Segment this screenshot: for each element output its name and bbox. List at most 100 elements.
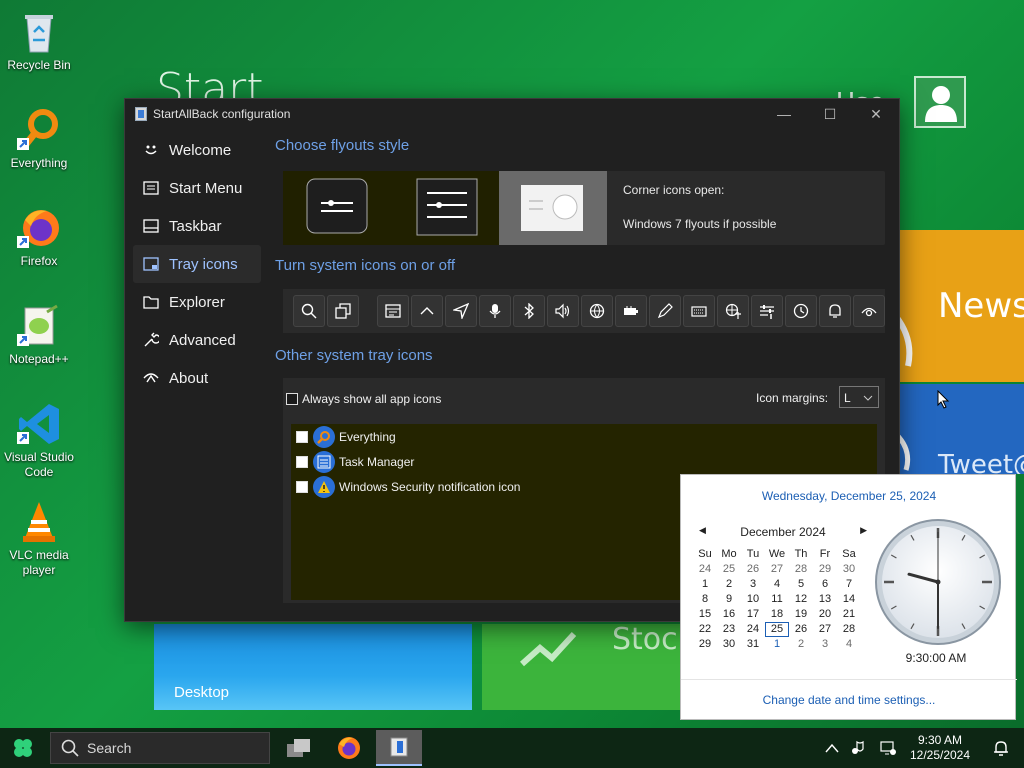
- calendar-day[interactable]: 29: [693, 637, 717, 652]
- tray-network-button[interactable]: [874, 740, 902, 756]
- calendar-day[interactable]: 3: [813, 637, 837, 652]
- taskbar-clock[interactable]: 9:30 AM 12/25/2024: [902, 733, 978, 763]
- desktop-icon-vlc[interactable]: VLC media player: [0, 500, 78, 578]
- taskbar-startallback-button[interactable]: [376, 730, 422, 766]
- calendar-day[interactable]: 26: [789, 622, 813, 637]
- calendar-day[interactable]: 24: [741, 622, 765, 637]
- calendar-day[interactable]: 21: [837, 607, 861, 622]
- taskbar-task-view-button[interactable]: [276, 730, 322, 766]
- system-icon-toggle-notifications[interactable]: [819, 295, 851, 327]
- system-icon-toggle-overflow[interactable]: [411, 295, 443, 327]
- calendar-prev-button[interactable]: ◀: [699, 525, 706, 536]
- tray-item-checkbox[interactable]: [296, 431, 308, 443]
- system-icon-toggle-pen[interactable]: [649, 295, 681, 327]
- calendar-day[interactable]: 25: [717, 562, 741, 577]
- tray-list-item[interactable]: Everything: [296, 426, 396, 448]
- stocks-tile[interactable]: Stock: [482, 624, 682, 710]
- nav-item-about[interactable]: About: [133, 359, 261, 397]
- notification-center-button[interactable]: [978, 739, 1024, 757]
- desktop-icon-vscode[interactable]: Visual Studio Code: [0, 402, 78, 480]
- desktop-icon-notepadpp[interactable]: Notepad++: [0, 304, 78, 367]
- calendar-day[interactable]: 4: [837, 637, 861, 652]
- flyout-long-date[interactable]: Wednesday, December 25, 2024: [681, 489, 1017, 503]
- calendar-day[interactable]: 27: [813, 622, 837, 637]
- system-icon-toggle-microphone[interactable]: [479, 295, 511, 327]
- nav-item-taskbar[interactable]: Taskbar: [133, 207, 261, 245]
- calendar-day[interactable]: 7: [837, 577, 861, 592]
- system-icon-toggle-volume[interactable]: [547, 295, 579, 327]
- desktop-icon-everything[interactable]: Everything: [0, 108, 78, 171]
- calendar-day[interactable]: 28: [837, 622, 861, 637]
- nav-item-tray-icons[interactable]: Tray icons: [133, 245, 261, 283]
- calendar-day[interactable]: 3: [741, 577, 765, 592]
- start-button[interactable]: [0, 728, 46, 768]
- change-date-time-settings-link[interactable]: Change date and time settings...: [681, 693, 1017, 707]
- system-icon-toggle-battery[interactable]: [615, 295, 647, 327]
- system-icon-toggle-settings[interactable]: [751, 295, 783, 327]
- desktop-icon-firefox[interactable]: Firefox: [0, 206, 78, 269]
- calendar-day[interactable]: 16: [717, 607, 741, 622]
- calendar-day[interactable]: 29: [813, 562, 837, 577]
- icon-margins-select[interactable]: L: [839, 386, 879, 408]
- desktop-icon-recycle-bin[interactable]: Recycle Bin: [0, 10, 78, 73]
- calendar-day[interactable]: 18: [765, 607, 789, 622]
- calendar-day[interactable]: 5: [789, 577, 813, 592]
- system-icon-toggle-keyboard[interactable]: [683, 295, 715, 327]
- calendar-day[interactable]: 10: [741, 592, 765, 607]
- calendar-day[interactable]: 2: [717, 577, 741, 592]
- minimize-button[interactable]: —: [761, 99, 807, 129]
- system-icon-toggle-network[interactable]: [581, 295, 613, 327]
- tray-overflow-button[interactable]: [818, 743, 846, 753]
- calendar-month-label[interactable]: December 2024: [740, 525, 825, 539]
- user-avatar[interactable]: [914, 76, 966, 128]
- system-icon-toggle-location[interactable]: [445, 295, 477, 327]
- calendar-day[interactable]: 14: [837, 592, 861, 607]
- flyout-style-option-1[interactable]: [283, 171, 413, 245]
- calendar-day[interactable]: 15: [693, 607, 717, 622]
- system-icon-toggle-clock[interactable]: [785, 295, 817, 327]
- calendar-day[interactable]: 11: [765, 592, 789, 607]
- close-button[interactable]: ✕: [853, 99, 899, 129]
- tray-security-button[interactable]: [846, 740, 874, 756]
- calendar-day[interactable]: 19: [789, 607, 813, 622]
- calendar-day[interactable]: 27: [765, 562, 789, 577]
- tray-list-item[interactable]: Task Manager: [296, 451, 414, 473]
- calendar-day[interactable]: 6: [813, 577, 837, 592]
- calendar-day[interactable]: 30: [837, 562, 861, 577]
- system-icon-toggle-language[interactable]: [717, 295, 749, 327]
- calendar-day[interactable]: 1: [693, 577, 717, 592]
- desktop-tile[interactable]: Desktop: [154, 624, 472, 710]
- calendar-day[interactable]: 2: [789, 637, 813, 652]
- calendar-day[interactable]: 17: [741, 607, 765, 622]
- system-icon-toggle-task-view[interactable]: [327, 295, 359, 327]
- calendar-day[interactable]: 1: [765, 637, 789, 652]
- calendar-day[interactable]: 30: [717, 637, 741, 652]
- calendar-day[interactable]: 4: [765, 577, 789, 592]
- calendar-day[interactable]: 8: [693, 592, 717, 607]
- calendar-day[interactable]: 23: [717, 622, 741, 637]
- system-icon-toggle-presence[interactable]: [853, 295, 885, 327]
- calendar-day[interactable]: 22: [693, 622, 717, 637]
- taskbar-search-box[interactable]: Search: [50, 732, 270, 764]
- calendar-day[interactable]: 20: [813, 607, 837, 622]
- calendar-day[interactable]: 31: [741, 637, 765, 652]
- tray-item-checkbox[interactable]: [296, 481, 308, 493]
- nav-item-advanced[interactable]: Advanced: [133, 321, 261, 359]
- nav-item-explorer[interactable]: Explorer: [133, 283, 261, 321]
- system-icon-toggle-news[interactable]: [377, 295, 409, 327]
- news-tile[interactable]: News: [898, 230, 1024, 382]
- system-icon-toggle-bluetooth[interactable]: [513, 295, 545, 327]
- nav-item-welcome[interactable]: Welcome: [133, 131, 261, 169]
- flyout-style-option-3-selected[interactable]: [499, 171, 607, 245]
- windows7-flyouts-label[interactable]: Windows 7 flyouts if possible: [623, 217, 776, 231]
- always-show-checkbox[interactable]: [286, 393, 298, 405]
- twitter-tile[interactable]: Tweet@: [898, 384, 1024, 474]
- window-titlebar[interactable]: StartAllBack configuration — ☐ ✕: [125, 99, 899, 129]
- calendar-day[interactable]: 24: [693, 562, 717, 577]
- calendar-day[interactable]: 28: [789, 562, 813, 577]
- calendar-day[interactable]: 12: [789, 592, 813, 607]
- calendar-day[interactable]: 9: [717, 592, 741, 607]
- calendar-next-button[interactable]: ▶: [860, 525, 867, 536]
- tray-list-item[interactable]: Windows Security notification icon: [296, 476, 520, 498]
- calendar-day[interactable]: 13: [813, 592, 837, 607]
